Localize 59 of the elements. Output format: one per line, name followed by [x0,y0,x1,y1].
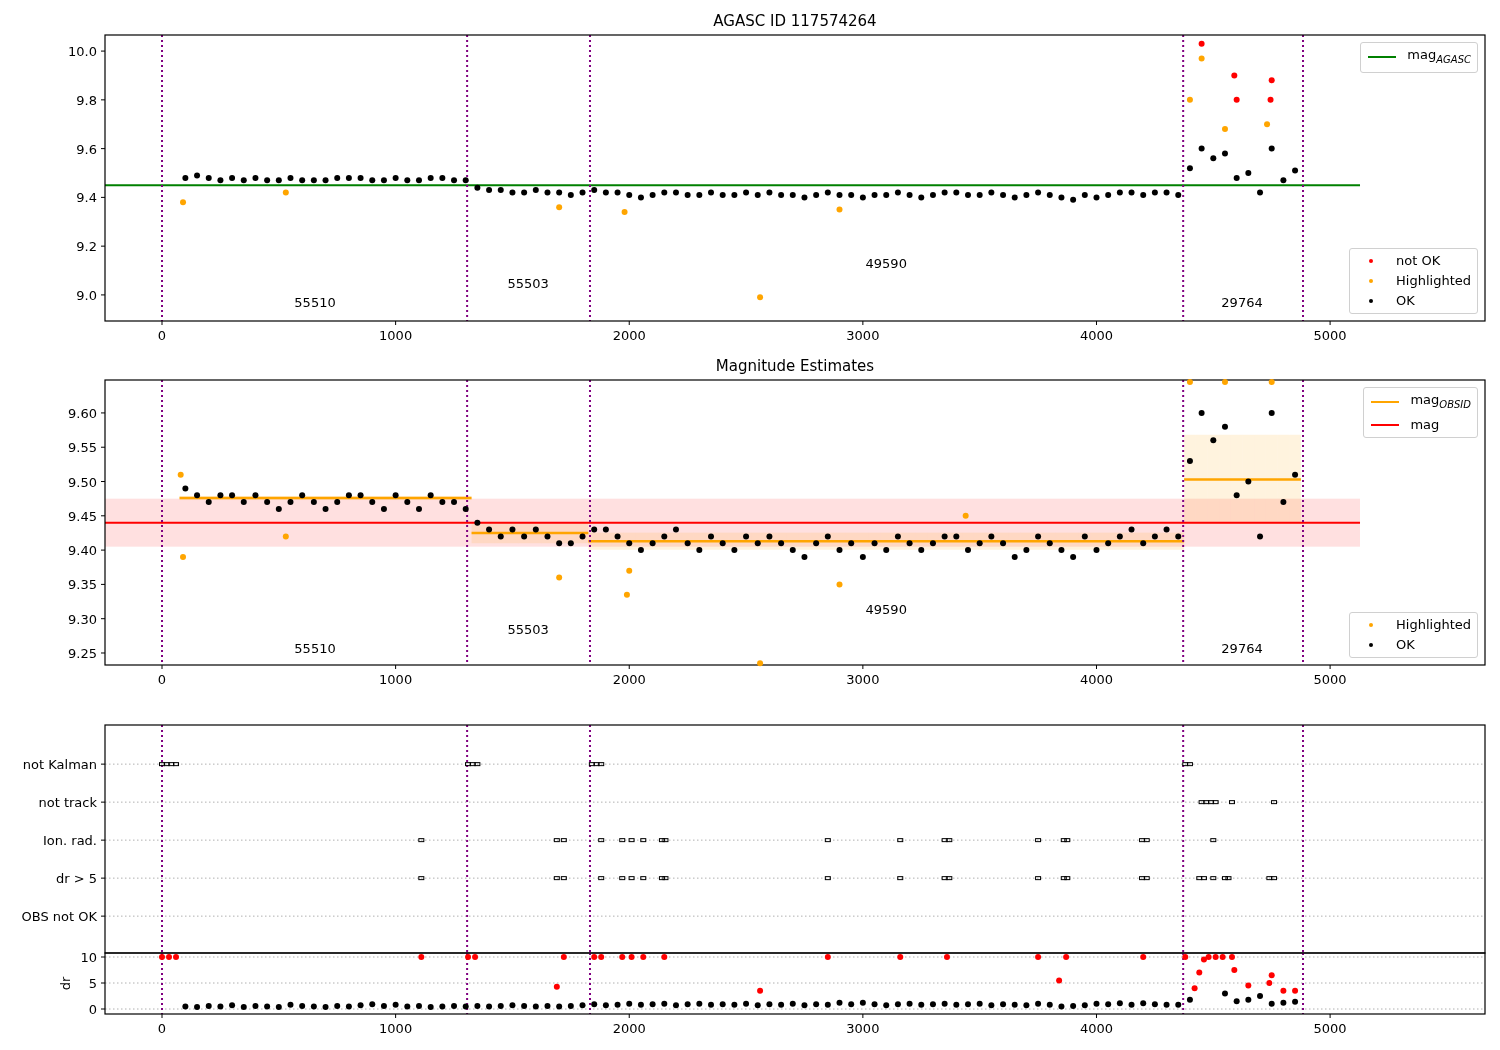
y-tick-label: 10.0 [68,44,97,60]
legend-label: OK [1396,292,1415,310]
y-tick-label: 9.6 [76,141,97,157]
obsid-label: 49590 [865,601,907,617]
category-label: not track [38,795,97,811]
x-tick-label: 2000 [612,328,646,343]
obsid-label: 29764 [1221,295,1263,311]
x-tick-label: 0 [157,672,167,687]
legend-label: mag$_{OBSID}$ [1410,391,1471,412]
y-tick-label: 9.0 [76,287,97,303]
y-tick-label: 9.50 [68,474,97,490]
x-tick-label: 5000 [1313,1021,1347,1036]
y-tick-label: 9.30 [68,611,97,627]
obsid-label: 55503 [507,621,549,637]
x-tick-label: 5000 [1313,328,1347,343]
legend-label: mag [1410,415,1440,434]
x-tick-label: 1000 [379,328,413,343]
y-tick-label: 0 [88,1002,97,1017]
obsid-label: 55510 [294,641,336,656]
legend-label: not OK [1396,252,1441,270]
y-tick-label: 9.2 [76,239,97,255]
x-tick-label: 1000 [379,1021,413,1036]
x-tick-label: 5000 [1313,672,1347,687]
category-label: dr > 5 [55,871,97,887]
x-tick-label: 0 [157,1021,167,1036]
y-tick-label: 9.45 [68,508,97,524]
x-tick-label: 4000 [1079,672,1114,687]
category-label: Ion. rad. [43,833,97,849]
category-label: not Kalman [22,757,97,773]
x-tick-label: 3000 [846,672,880,687]
x-tick-label: 0 [157,328,167,343]
x-tick-label: 2000 [612,672,646,687]
y-tick-label: 9.8 [76,92,97,108]
obsid-label: 49590 [865,256,907,272]
y-tick-label: 9.55 [68,440,97,456]
y-tick-label: 9.4 [76,190,97,206]
x-tick-label: 4000 [1079,328,1114,343]
y-tick-label: 9.35 [68,577,97,593]
obsid-label: 55510 [294,295,336,311]
y-tick-label: 9.40 [68,543,97,559]
x-tick-label: 1000 [379,672,413,687]
y-tick-label: 9.60 [68,405,97,421]
chart-title: Magnitude Estimates [715,357,875,375]
legend-label: Highlighted [1396,272,1471,290]
x-tick-label: 4000 [1079,1021,1114,1036]
y-tick-label: 5 [88,976,97,991]
x-tick-label: 3000 [846,1021,880,1036]
legend-label: OK [1396,636,1415,654]
obsid-label: 55503 [507,275,549,291]
x-tick-label: 3000 [846,328,880,343]
y-axis-label: dr [58,976,73,991]
legend-label: mag$_{AGASC}$ [1407,46,1471,67]
y-tick-label: 9.25 [68,646,97,661]
x-tick-label: 2000 [612,1021,646,1036]
legend-label: Highlighted [1396,616,1471,634]
obsid-label: 29764 [1221,641,1263,656]
y-tick-label: 10 [80,950,97,965]
category-label: OBS not OK [21,909,97,925]
chart-title: AGASC ID 117574264 [713,12,877,30]
